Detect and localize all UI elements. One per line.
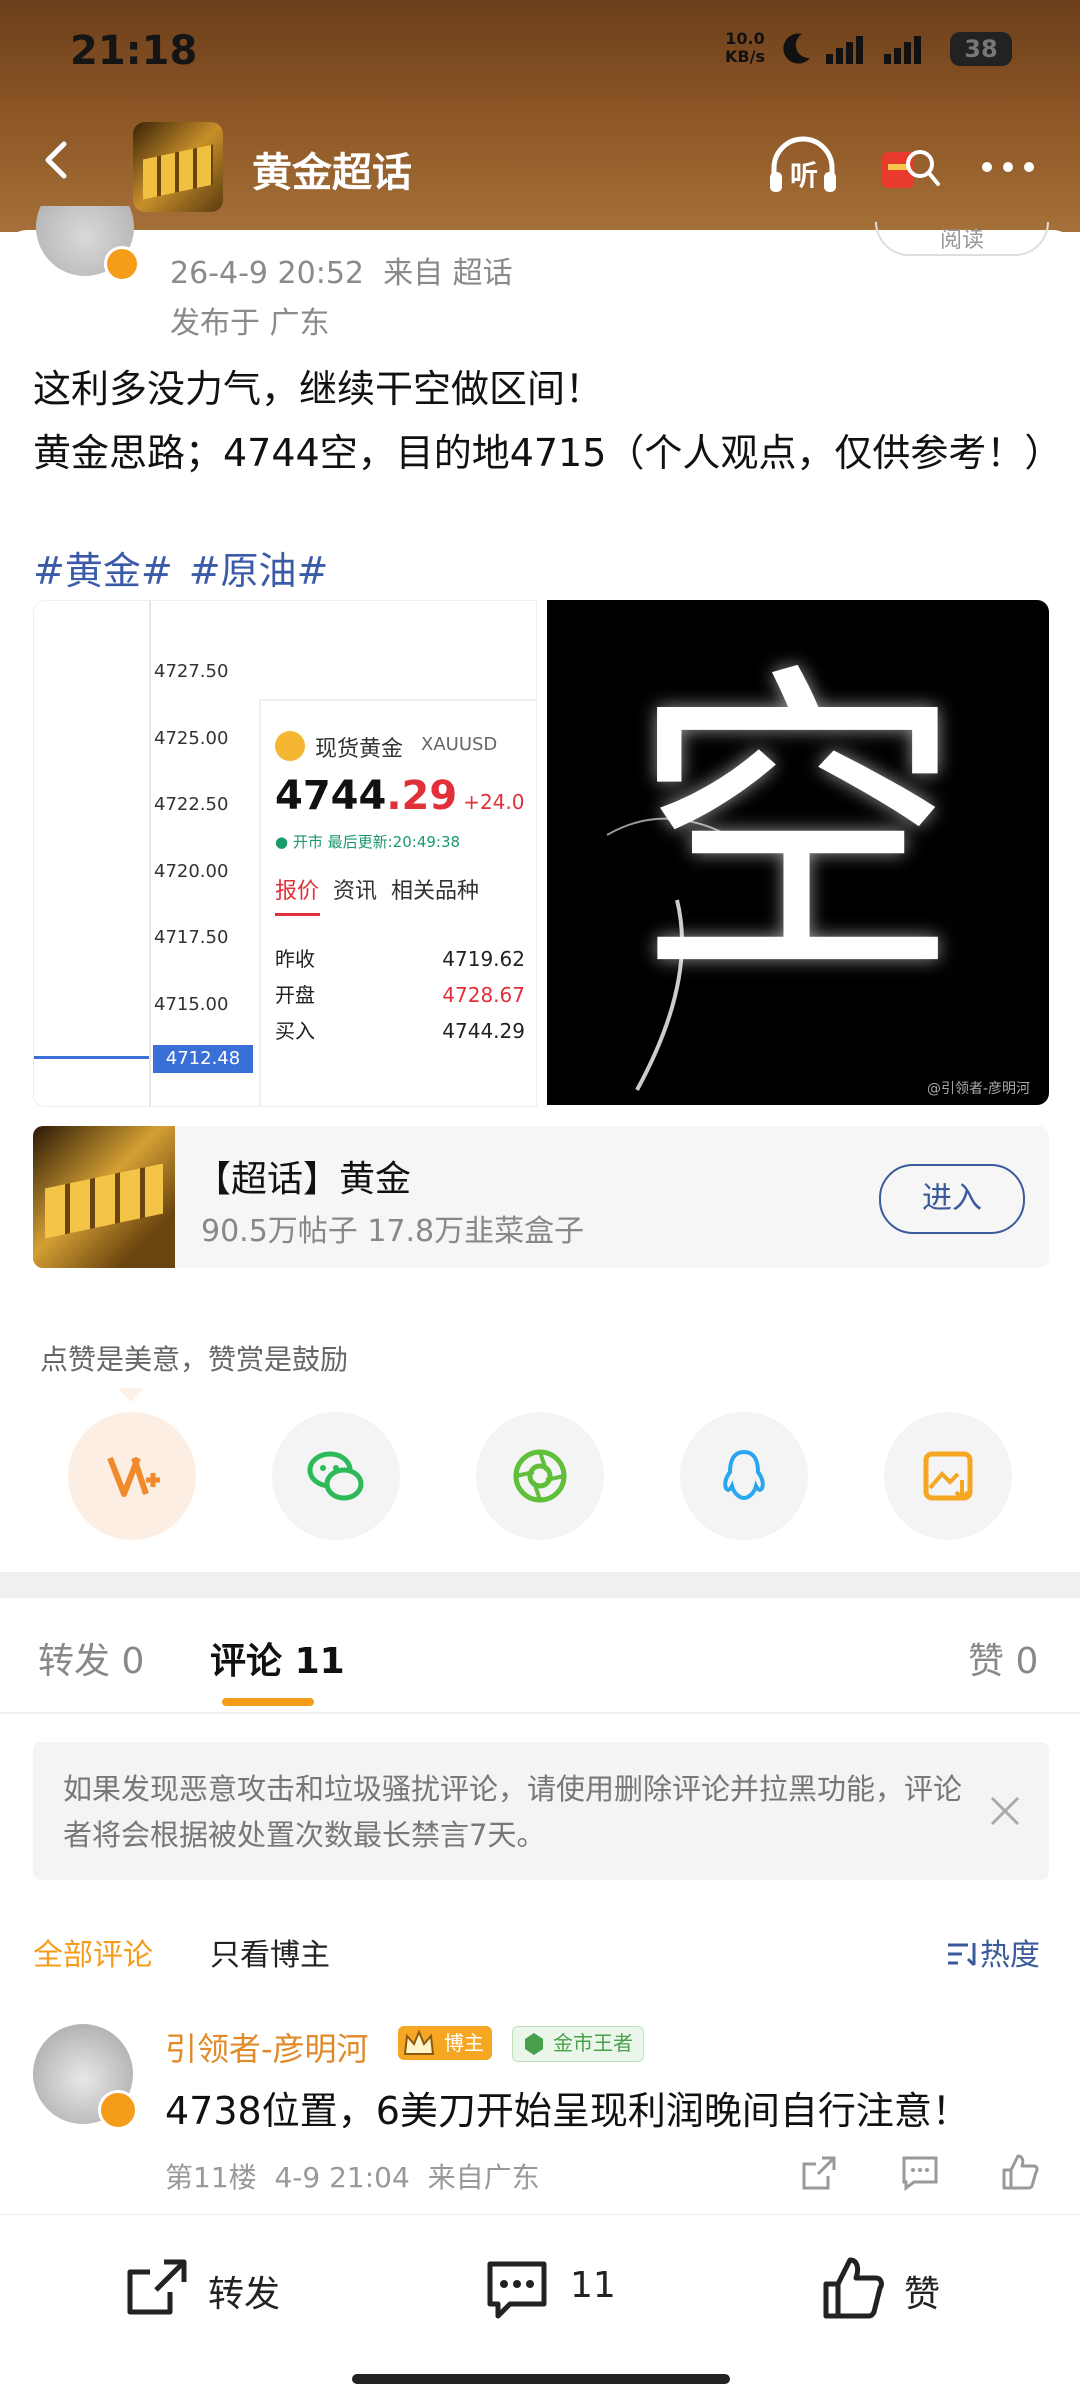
share-wechat-button[interactable] xyxy=(272,1412,400,1540)
status-time: 21:18 xyxy=(70,28,198,74)
page-title: 黄金超话 xyxy=(252,150,412,196)
current-price-tag: 4712.48 xyxy=(153,1045,253,1073)
signal-icon xyxy=(826,36,863,64)
quote-price: 4744.29 +24.0 xyxy=(275,773,525,819)
post-text-line2: 黄金思路；4744空，目的地4715（个人观点，仅供参考！） xyxy=(33,431,1063,475)
share-moments-button[interactable] xyxy=(476,1412,604,1540)
light-trail-icon xyxy=(606,817,738,1091)
comment-icon[interactable] xyxy=(484,2260,550,2322)
reward-button[interactable] xyxy=(68,1412,196,1540)
crown-icon xyxy=(403,2029,435,2055)
super-topic-card[interactable]: 【超话】黄金 90.5万帖子 17.8万韭菜盒子 进入 xyxy=(33,1126,1049,1268)
notice-text: 如果发现恶意攻击和垃圾骚扰评论，请使用删除评论并拉黑功能，评论者将会根据被处置次… xyxy=(63,1772,963,1852)
tag-oil[interactable]: #原油# xyxy=(189,549,329,593)
save-image-icon xyxy=(923,1451,973,1501)
sort-icon xyxy=(948,1943,976,1967)
more-options-icon[interactable] xyxy=(980,160,1036,174)
tip-pointer-icon xyxy=(118,1388,144,1402)
share-qq-button[interactable] xyxy=(680,1412,808,1540)
quote-table: 昨收 4719.62 开盘 4728.67 买入 4744.29 xyxy=(275,947,525,1043)
comment-like-icon[interactable] xyxy=(1000,2152,1040,2192)
signal-2-icon xyxy=(884,36,921,64)
tab-likes[interactable]: 赞 0 xyxy=(968,1632,1038,1684)
comment-share-icon[interactable] xyxy=(800,2154,838,2192)
tab-repost[interactable]: 转发 0 xyxy=(38,1632,144,1684)
battery-icon: 38 xyxy=(950,32,1012,66)
verified-badge-icon xyxy=(104,246,140,282)
qq-icon xyxy=(723,1449,765,1501)
topic-card-image xyxy=(33,1126,175,1268)
back-arrow-icon[interactable] xyxy=(38,140,78,180)
save-image-button[interactable] xyxy=(884,1412,1012,1540)
post-tags: #黄金# #原油# xyxy=(33,540,344,595)
post-location: 发布于 广东 xyxy=(170,306,330,341)
rank-badge: 金市王者 xyxy=(512,2026,644,2062)
close-icon[interactable] xyxy=(988,1794,1022,1828)
filter-op-only[interactable]: 只看博主 xyxy=(210,1930,330,1974)
moments-icon xyxy=(513,1449,567,1503)
image-watermark: @引领者-彦明河 xyxy=(927,1081,1031,1097)
gold-coin-icon xyxy=(275,731,305,761)
commenter-name[interactable]: 引领者-彦明河 xyxy=(165,2024,369,2070)
topic-avatar[interactable] xyxy=(133,122,223,212)
price-axis: 4727.50 4725.00 4722.50 4720.00 4717.50 … xyxy=(154,661,229,1015)
reward-icon xyxy=(107,1456,160,1497)
section-divider xyxy=(0,1572,1080,1598)
like-icon[interactable] xyxy=(820,2256,886,2322)
listen-button[interactable]: 听 xyxy=(766,136,840,196)
verified-badge-icon xyxy=(98,2090,138,2130)
comment-reply-icon[interactable] xyxy=(900,2154,940,2192)
enter-topic-button[interactable]: 进入 xyxy=(879,1164,1025,1234)
sort-by-hot[interactable]: 热度 xyxy=(946,1930,1040,1974)
rank-icon xyxy=(525,2033,543,2055)
post-image-calligraphy[interactable]: 空 @引领者-彦明河 xyxy=(547,600,1049,1105)
op-badge: 博主 xyxy=(398,2026,492,2060)
network-speed: 10.0 KB/s xyxy=(725,29,765,66)
post-meta-time: 26-4-9 20:52 来自 超话 xyxy=(170,256,513,291)
red-packet-search-icon[interactable] xyxy=(880,136,942,196)
tabs-separator xyxy=(0,1712,1080,1714)
reward-tip: 点赞是美意，赞赏是鼓励 xyxy=(40,1343,349,1376)
home-indicator xyxy=(352,2374,730,2384)
topic-card-stats: 90.5万帖子 17.8万韭菜盒子 xyxy=(201,1214,585,1249)
post-image-quote[interactable]: 4727.50 4725.00 4722.50 4720.00 4717.50 … xyxy=(33,600,537,1107)
repost-icon[interactable] xyxy=(124,2258,190,2318)
comment-notice: 如果发现恶意攻击和垃圾骚扰评论，请使用删除评论并拉黑功能，评论者将会根据被处置次… xyxy=(33,1742,1049,1880)
topic-card-title: 【超话】黄金 xyxy=(195,1159,412,1200)
tag-gold[interactable]: #黄金# xyxy=(33,549,173,593)
comment-count-button[interactable]: 11 xyxy=(570,2265,616,2306)
active-tab-indicator xyxy=(222,1698,314,1706)
like-button[interactable]: 赞 xyxy=(904,2265,940,2317)
do-not-disturb-icon xyxy=(783,33,810,64)
tab-comments[interactable]: 评论 11 xyxy=(210,1632,345,1684)
repost-button[interactable]: 转发 xyxy=(208,2265,280,2317)
wechat-icon xyxy=(307,1451,364,1501)
comment-text: 4738位置，6美刀开始呈现利润晚间自行注意！ xyxy=(165,2089,970,2133)
quote-tabs: 报价 资讯 相关品种 xyxy=(275,879,480,904)
post-text-line1: 这利多没力气，继续干空做区间！ xyxy=(33,367,604,411)
price-line xyxy=(34,1056,149,1059)
read-count-button[interactable]: 阅读 xyxy=(875,222,1049,256)
comment-meta: 第11楼 4-9 21:04 来自广东 xyxy=(165,2161,540,2194)
filter-all-comments[interactable]: 全部评论 xyxy=(33,1930,153,1974)
